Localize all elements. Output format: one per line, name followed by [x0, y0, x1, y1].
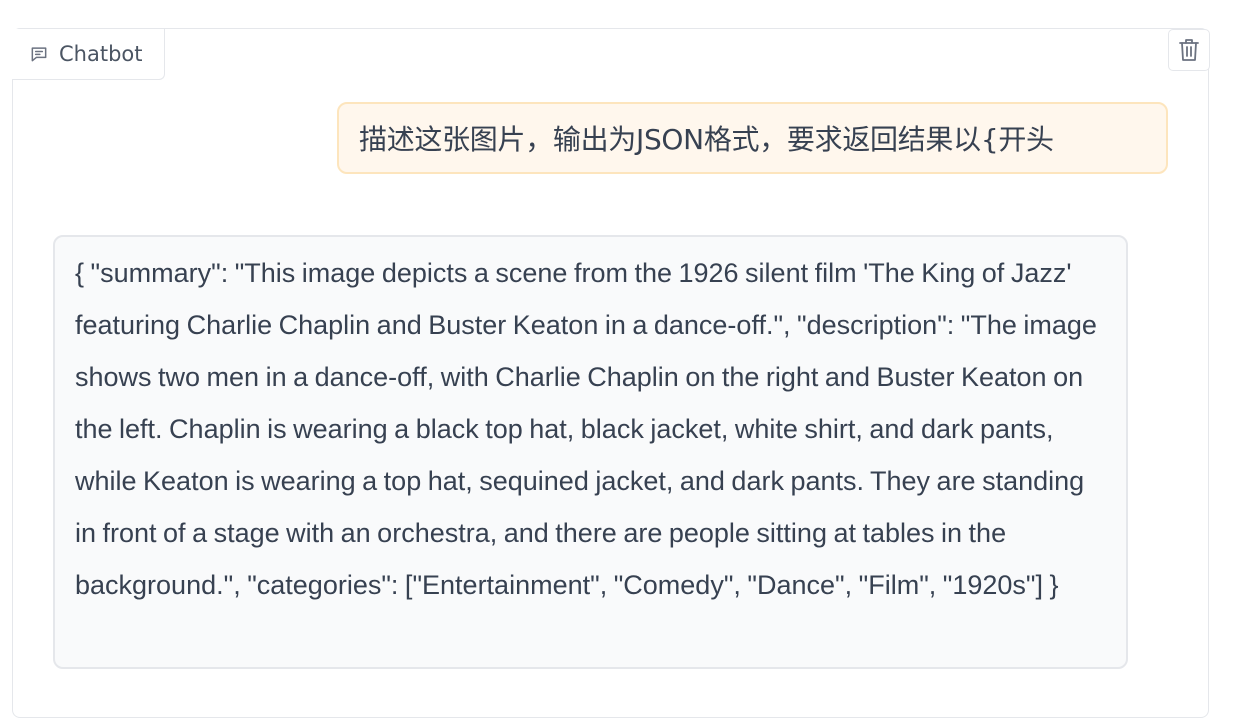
- chat-icon: [29, 44, 49, 64]
- trash-icon: [1177, 37, 1201, 63]
- bot-message-bubble: { "summary": "This image depicts a scene…: [53, 235, 1128, 669]
- clear-chat-button[interactable]: [1168, 29, 1210, 71]
- user-message-bubble: 描述这张图片，输出为JSON格式，要求返回结果以{开头: [337, 102, 1168, 174]
- user-message-text: 描述这张图片，输出为JSON格式，要求返回结果以{开头: [359, 123, 1054, 156]
- chatbot-label: Chatbot: [12, 29, 165, 80]
- chatbot-label-text: Chatbot: [59, 42, 143, 66]
- bot-message-text: { "summary": "This image depicts a scene…: [75, 258, 1097, 600]
